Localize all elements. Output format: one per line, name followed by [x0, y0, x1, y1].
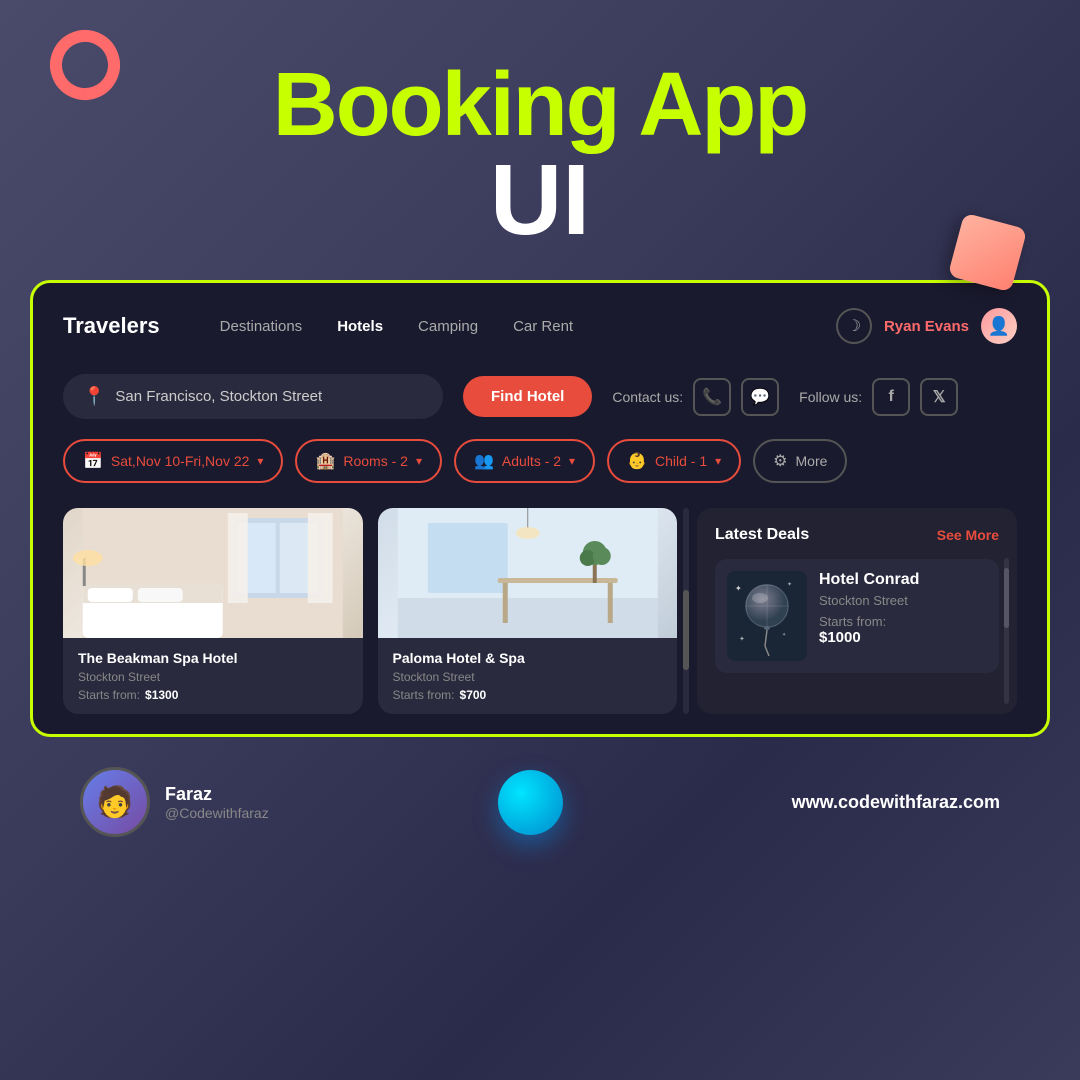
deals-scroll-thumb	[1004, 568, 1009, 628]
find-hotel-button[interactable]: Find Hotel	[463, 376, 592, 417]
child-filter-label: Child - 1	[655, 453, 707, 469]
hotel-image-beakman	[63, 508, 363, 638]
hotels-list: The Beakman Spa Hotel Stockton Street St…	[63, 508, 677, 714]
author-avatar: 🧑	[80, 767, 150, 837]
location-input[interactable]: 📍 San Francisco, Stockton Street	[63, 374, 443, 419]
hotels-scrollbar[interactable]	[683, 508, 689, 714]
svg-text:✦: ✦	[739, 635, 745, 643]
adults-chevron: ▾	[569, 454, 575, 468]
child-chevron: ▾	[715, 454, 721, 468]
hotel-price-paloma: $700	[460, 688, 487, 702]
deals-panel: Latest Deals See More	[697, 508, 1017, 714]
decorative-ball	[498, 770, 563, 835]
chat-icon[interactable]: 💬	[741, 378, 779, 416]
nav-brand: Travelers	[63, 313, 160, 339]
hotel-card-beakman[interactable]: The Beakman Spa Hotel Stockton Street St…	[63, 508, 363, 714]
deal-street: Stockton Street	[819, 593, 987, 608]
hotel-name-paloma: Paloma Hotel & Spa	[393, 650, 663, 666]
settings-icon: ⚙	[773, 451, 787, 471]
user-name: Ryan Evans	[884, 318, 969, 335]
content-area: The Beakman Spa Hotel Stockton Street St…	[63, 508, 1017, 714]
contact-section: Contact us: 📞 💬	[612, 378, 779, 416]
nav-link-car-rent[interactable]: Car Rent	[513, 318, 573, 335]
author-handle: @Codewithfaraz	[165, 805, 269, 821]
nav-link-camping[interactable]: Camping	[418, 318, 478, 335]
nav-link-destinations[interactable]: Destinations	[220, 318, 303, 335]
dark-mode-icon[interactable]: ☽	[836, 308, 872, 344]
calendar-icon: 📅	[83, 451, 103, 471]
title-booking: Booking App	[0, 60, 1080, 150]
nav-links: Destinations Hotels Camping Car Rent	[220, 318, 836, 335]
hotel-price-row-beakman: Starts from: $1300	[78, 688, 348, 702]
twitter-icon[interactable]: 𝕏	[920, 378, 958, 416]
adults-icon: 👥	[474, 451, 494, 471]
hotel-street-beakman: Stockton Street	[78, 670, 348, 684]
hotel-price-row-paloma: Starts from: $700	[393, 688, 663, 702]
hotels-grid: The Beakman Spa Hotel Stockton Street St…	[63, 508, 677, 714]
rooms-filter[interactable]: 🏨 Rooms - 2 ▾	[295, 439, 442, 483]
follow-label: Follow us:	[799, 389, 862, 405]
hotel-street-paloma: Stockton Street	[393, 670, 663, 684]
author-name: Faraz	[165, 784, 269, 805]
deal-starts: Starts from:	[819, 614, 987, 629]
nav-right: ☽ Ryan Evans 👤	[836, 308, 1017, 344]
footer-website: www.codewithfaraz.com	[792, 792, 1000, 813]
deals-header: Latest Deals See More	[715, 526, 999, 544]
rooms-chevron: ▾	[416, 454, 422, 468]
contact-label: Contact us:	[612, 389, 683, 405]
deals-title: Latest Deals	[715, 526, 809, 544]
svg-text:✦: ✦	[735, 584, 742, 593]
hotel-image-paloma	[378, 508, 678, 638]
title-ui: UI	[0, 150, 1080, 250]
deal-card-hotel-conrad[interactable]: ✦ ✦ ✦ ✦ Hotel Conrad Stockton Street Sta…	[715, 559, 999, 673]
hotel-price-label-paloma: Starts from:	[393, 688, 455, 702]
rooms-icon: 🏨	[315, 451, 335, 471]
date-filter-label: Sat,Nov 10-Fri,Nov 22	[111, 453, 250, 469]
footer-author: 🧑 Faraz @Codewithfaraz	[80, 767, 269, 837]
hotel-price-label-beakman: Starts from:	[78, 688, 140, 702]
rooms-filter-label: Rooms - 2	[343, 453, 408, 469]
navbar: Travelers Destinations Hotels Camping Ca…	[63, 308, 1017, 344]
hotel-card-paloma[interactable]: Paloma Hotel & Spa Stockton Street Start…	[378, 508, 678, 714]
deal-name: Hotel Conrad	[819, 571, 987, 589]
footer: 🧑 Faraz @Codewithfaraz www.codewithfaraz…	[0, 737, 1080, 837]
see-more-button[interactable]: See More	[937, 527, 999, 543]
filter-row: 📅 Sat,Nov 10-Fri,Nov 22 ▾ 🏨 Rooms - 2 ▾ …	[63, 439, 1017, 483]
deal-image-hotel-conrad: ✦ ✦ ✦ ✦	[727, 571, 807, 661]
search-row: 📍 San Francisco, Stockton Street Find Ho…	[63, 374, 1017, 419]
hotel-info-paloma: Paloma Hotel & Spa Stockton Street Start…	[378, 638, 678, 714]
date-filter[interactable]: 📅 Sat,Nov 10-Fri,Nov 22 ▾	[63, 439, 283, 483]
hotel-info-beakman: The Beakman Spa Hotel Stockton Street St…	[63, 638, 363, 714]
svg-text:✦: ✦	[787, 581, 792, 588]
facebook-icon[interactable]: f	[872, 378, 910, 416]
deal-price: $1000	[819, 629, 987, 646]
adults-filter-label: Adults - 2	[502, 453, 561, 469]
nav-link-hotels[interactable]: Hotels	[337, 318, 383, 335]
hotels-scroll-thumb	[683, 590, 689, 670]
phone-icon[interactable]: 📞	[693, 378, 731, 416]
location-text: San Francisco, Stockton Street	[115, 388, 322, 405]
deals-scrollbar[interactable]	[1004, 558, 1009, 704]
follow-section: Follow us: f 𝕏	[799, 378, 958, 416]
svg-text:✦: ✦	[782, 632, 786, 638]
title-area: Booking App UI	[0, 0, 1080, 280]
author-info: Faraz @Codewithfaraz	[165, 784, 269, 821]
adults-filter[interactable]: 👥 Adults - 2 ▾	[454, 439, 595, 483]
user-avatar: 👤	[981, 308, 1017, 344]
more-filter-label: More	[796, 453, 828, 469]
hotel-price-beakman: $1300	[145, 688, 178, 702]
more-filter[interactable]: ⚙ More	[753, 439, 847, 483]
child-filter[interactable]: 👶 Child - 1 ▾	[607, 439, 741, 483]
deal-info-hotel-conrad: Hotel Conrad Stockton Street Starts from…	[819, 571, 987, 646]
date-chevron: ▾	[257, 454, 263, 468]
child-icon: 👶	[627, 451, 647, 471]
location-icon: 📍	[83, 386, 105, 407]
hotel-name-beakman: The Beakman Spa Hotel	[78, 650, 348, 666]
app-card: Travelers Destinations Hotels Camping Ca…	[30, 280, 1050, 737]
